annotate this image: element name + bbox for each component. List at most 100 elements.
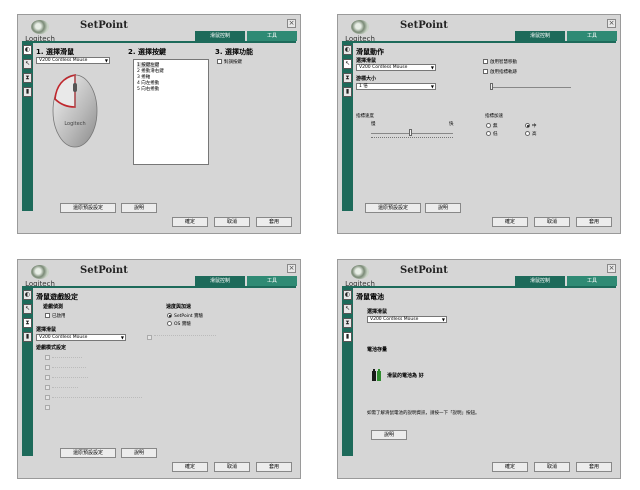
speed-label: 指標速度	[356, 114, 374, 119]
mouse-buttons-icon[interactable]: ◐	[23, 45, 32, 55]
mouse-select[interactable]: V200 Cordless Mouse ▼	[367, 316, 447, 323]
help-button[interactable]: 說明	[121, 448, 157, 458]
smart-move-checkbox[interactable]	[483, 59, 488, 64]
apply-button[interactable]: 套用	[256, 462, 292, 472]
trail-slider-thumb[interactable]	[490, 83, 493, 90]
tab-mouse[interactable]: 滑鼠控制	[515, 276, 565, 286]
disabled-option-text	[52, 367, 86, 368]
pointer-size-select[interactable]: 1 倍 ▼	[356, 83, 436, 90]
battery-heading: 電池存量	[367, 347, 388, 353]
page-title: 滑鼠遊戲設定	[36, 293, 78, 301]
disabled-checkbox[interactable]	[45, 385, 50, 390]
list-item[interactable]: 5 向右捲動	[137, 86, 159, 92]
mouse-buttons-icon[interactable]: ◐	[343, 290, 352, 300]
fast-label: 快	[449, 122, 454, 127]
tab-mouse[interactable]: 滑鼠控制	[195, 276, 245, 286]
cancel-button[interactable]: 取消	[534, 462, 570, 472]
hourglass-icon[interactable]: ⧗	[343, 73, 352, 83]
mouse-select-value: V200 Cordless Mouse	[359, 65, 408, 70]
apply-button[interactable]: 套用	[256, 217, 292, 227]
chevron-down-icon: ▼	[430, 84, 434, 89]
mouse-image: Logitech	[52, 74, 98, 148]
restore-defaults-button[interactable]: 還原預設設定	[60, 448, 116, 458]
swap-buttons-checkbox[interactable]	[217, 59, 222, 64]
ok-button[interactable]: 確定	[492, 217, 528, 227]
mouse-select[interactable]: V200 Cordless Mouse ▼	[36, 334, 126, 341]
chevron-down-icon: ▼	[104, 58, 108, 63]
cancel-button[interactable]: 取消	[214, 217, 250, 227]
help-button[interactable]: 說明	[371, 430, 407, 440]
game-detect-checkbox[interactable]	[45, 313, 50, 318]
speed-slider-ticks	[371, 137, 453, 139]
pointer-icon[interactable]: ↖	[23, 304, 32, 314]
cancel-button[interactable]: 取消	[214, 462, 250, 472]
tab-mouse[interactable]: 滑鼠控制	[515, 31, 565, 41]
step1-label: 1. 選擇滑鼠	[36, 48, 74, 56]
battery-info-text: 如需了解滑鼠電池的說明資訊，請按一下「說明」按鈕。	[367, 411, 480, 416]
ok-button[interactable]: 確定	[172, 462, 208, 472]
restore-defaults-button[interactable]: 還原預設設定	[60, 203, 116, 213]
setpoint-window-game: Logitech SetPoint × 滑鼠控制 工具 ◐ ↖ ⧗ ▮ 滑鼠遊戲…	[17, 259, 301, 479]
restore-defaults-button[interactable]: 還原預設設定	[365, 203, 421, 213]
disabled-option-text	[52, 357, 82, 358]
pointer-trail-checkbox[interactable]	[483, 69, 488, 74]
ok-button[interactable]: 確定	[172, 217, 208, 227]
close-icon[interactable]: ×	[607, 19, 616, 28]
apply-button[interactable]: 套用	[576, 217, 612, 227]
disabled-option-text	[52, 397, 142, 398]
window-title: SetPoint	[400, 265, 448, 276]
accel-mid-radio[interactable]	[525, 123, 530, 128]
os-radio[interactable]	[167, 321, 172, 326]
mouse-buttons-icon[interactable]: ◐	[23, 290, 32, 300]
battery-icon[interactable]: ▮	[343, 332, 352, 342]
pointer-icon[interactable]: ↖	[343, 304, 352, 314]
pointer-size-value: 1 倍	[359, 84, 368, 89]
mouse-select[interactable]: V200 Cordless Mouse ▼	[356, 64, 436, 71]
battery-icon[interactable]: ▮	[23, 87, 32, 97]
pointer-icon[interactable]: ↖	[343, 59, 352, 69]
help-button[interactable]: 說明	[425, 203, 461, 213]
accel-high-label: 高	[532, 132, 537, 137]
speed-slider-thumb[interactable]	[409, 129, 412, 136]
tab-tools[interactable]: 工具	[247, 31, 297, 41]
disabled-option-text	[52, 387, 78, 388]
setpoint-radio[interactable]	[167, 313, 172, 318]
accel-low-label: 低	[493, 132, 498, 137]
logitech-swirl-icon	[351, 20, 369, 34]
accel-low-radio[interactable]	[486, 131, 491, 136]
pointer-size-label: 游標大小	[356, 76, 377, 82]
cancel-button[interactable]: 取消	[534, 217, 570, 227]
tab-mouse[interactable]: 滑鼠控制	[195, 31, 245, 41]
tab-tools[interactable]: 工具	[247, 276, 297, 286]
accel-none-radio[interactable]	[486, 123, 491, 128]
help-button[interactable]: 說明	[121, 203, 157, 213]
mouse-select[interactable]: V200 Cordless Mouse ▼	[36, 57, 110, 64]
disabled-checkbox[interactable]	[45, 365, 50, 370]
accel-high-radio[interactable]	[525, 131, 530, 136]
disabled-checkbox[interactable]	[45, 375, 50, 380]
disabled-checkbox[interactable]	[147, 335, 152, 340]
tab-tools[interactable]: 工具	[567, 276, 617, 286]
mouse-logo-text: Logitech	[64, 121, 85, 127]
hourglass-icon[interactable]: ⧗	[343, 318, 352, 328]
apply-button[interactable]: 套用	[576, 462, 612, 472]
close-icon[interactable]: ×	[287, 264, 296, 273]
hourglass-icon[interactable]: ⧗	[23, 318, 32, 328]
close-icon[interactable]: ×	[607, 264, 616, 273]
button-list[interactable]: 1 按鍵左鍵 2 捲動滑右鍵 3 捲軸 4 向左捲動 5 向右捲動	[133, 59, 209, 165]
chevron-down-icon: ▼	[430, 65, 434, 70]
disabled-checkbox[interactable]	[45, 395, 50, 400]
disabled-checkbox[interactable]	[45, 355, 50, 360]
window-title: SetPoint	[80, 265, 128, 276]
disabled-checkbox[interactable]	[45, 405, 50, 410]
close-icon[interactable]: ×	[287, 19, 296, 28]
battery-icon[interactable]: ▮	[23, 332, 32, 342]
sidebar: ◐ ↖ ⧗ ▮	[22, 286, 33, 456]
pointer-icon[interactable]: ↖	[23, 59, 32, 69]
mouse-buttons-icon[interactable]: ◐	[343, 45, 352, 55]
ok-button[interactable]: 確定	[492, 462, 528, 472]
sidebar: ◐ ↖ ⧗ ▮	[342, 286, 353, 456]
battery-icon[interactable]: ▮	[343, 87, 352, 97]
hourglass-icon[interactable]: ⧗	[23, 73, 32, 83]
tab-tools[interactable]: 工具	[567, 31, 617, 41]
